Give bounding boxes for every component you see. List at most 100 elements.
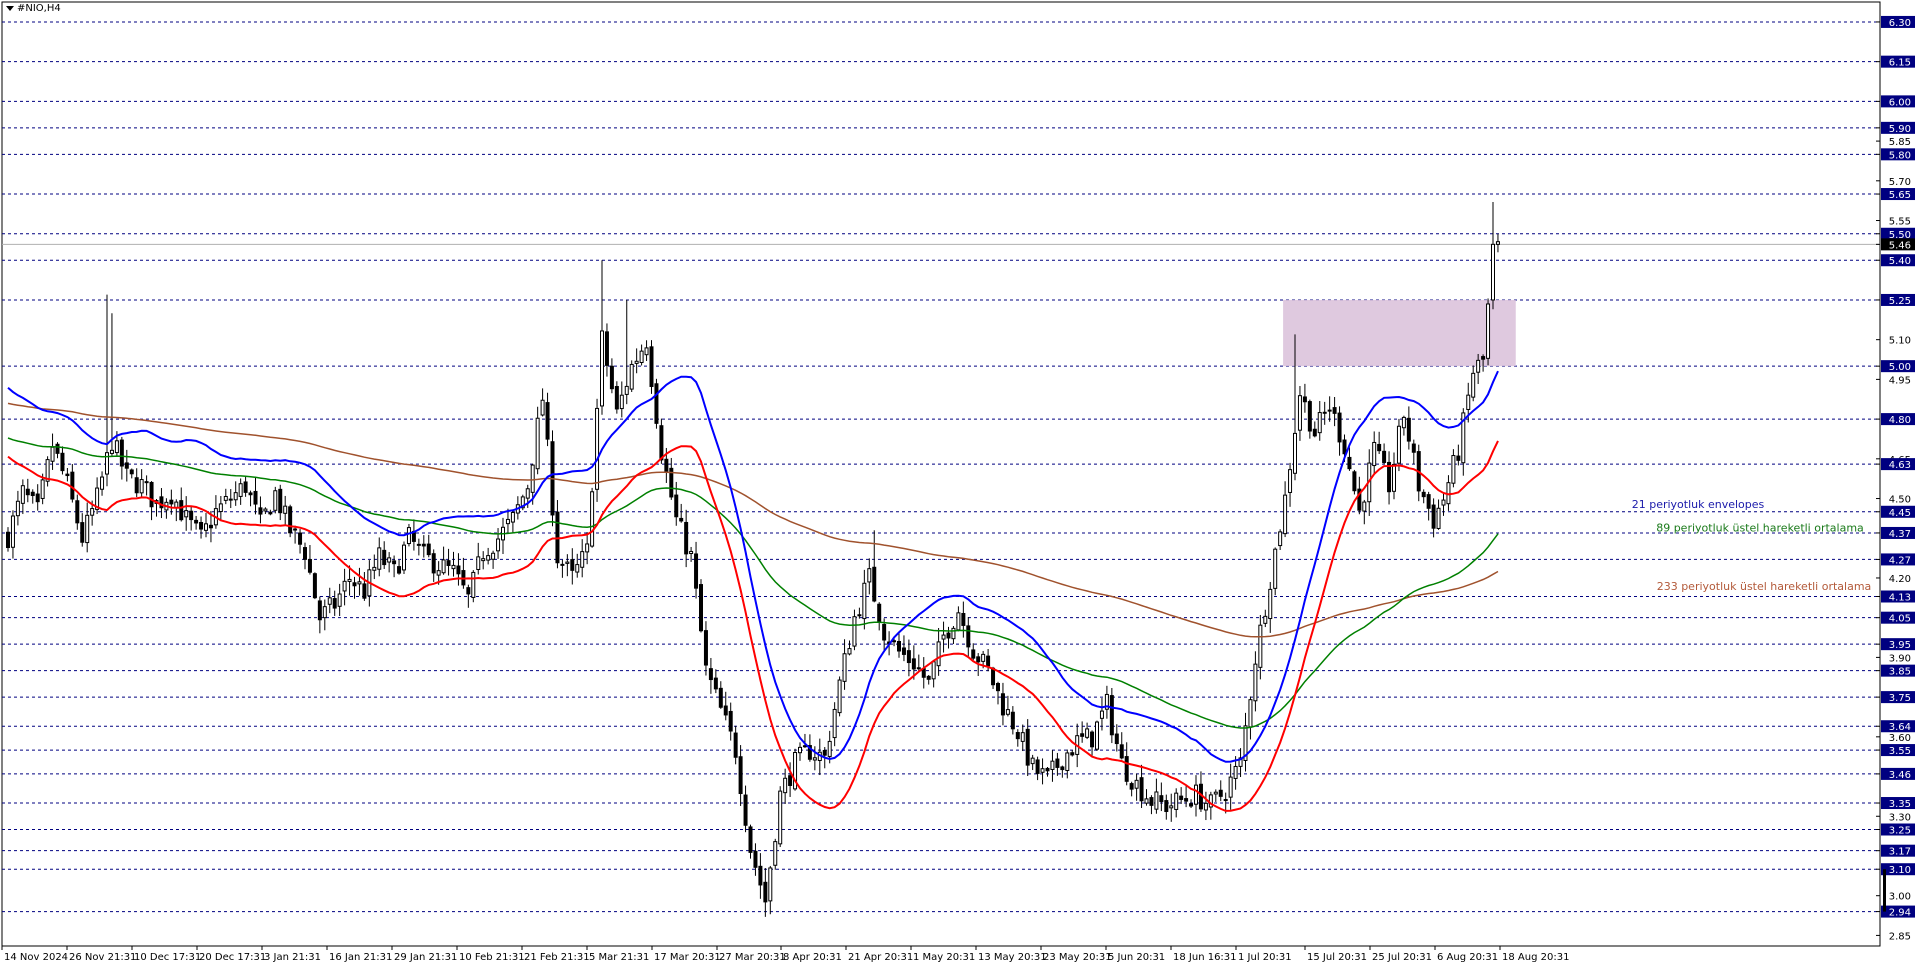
candle-body bbox=[134, 477, 139, 494]
candle-body bbox=[288, 506, 293, 534]
candle-body bbox=[100, 476, 105, 490]
candle-body bbox=[713, 677, 718, 690]
candle-body bbox=[1159, 795, 1164, 802]
candle-body bbox=[619, 394, 624, 410]
candle-body bbox=[1218, 789, 1223, 797]
x-axis-label: 3 Jan 21:31 bbox=[264, 952, 321, 963]
y-axis-label: 5.00 bbox=[1889, 362, 1911, 373]
candle-body bbox=[1495, 241, 1500, 245]
y-axis-label: 3.46 bbox=[1889, 770, 1911, 781]
candle-body bbox=[1144, 798, 1149, 804]
candle-body bbox=[1337, 412, 1342, 443]
candle-body bbox=[1401, 416, 1406, 429]
candle-body bbox=[298, 532, 303, 545]
x-axis-label: 27 Mar 20:31 bbox=[719, 952, 786, 963]
chart-symbol-text: #NIO,H4 bbox=[17, 3, 61, 14]
candle-body bbox=[189, 510, 194, 521]
chart-menu-triangle-icon[interactable] bbox=[6, 5, 14, 11]
candle-body bbox=[426, 543, 431, 556]
candle-body bbox=[456, 565, 461, 575]
price-chart[interactable]: #NIO,H4 21 periyotluk envelopes 89 periyo… bbox=[0, 0, 1916, 963]
candle-body bbox=[1392, 463, 1396, 492]
candle-body bbox=[540, 399, 545, 416]
x-axis-label: 18 Jun 16:31 bbox=[1173, 952, 1237, 963]
candle-body bbox=[20, 485, 25, 504]
candle-body bbox=[911, 658, 916, 670]
candle-body bbox=[1213, 791, 1218, 795]
candle-body bbox=[986, 655, 991, 667]
candle-body bbox=[466, 587, 471, 595]
candle-body bbox=[674, 494, 679, 518]
candle-body bbox=[1471, 372, 1476, 398]
candle-body bbox=[629, 363, 634, 390]
candle-body bbox=[471, 571, 476, 598]
legend-annotation: 21 periyotluk envelopes bbox=[1632, 498, 1765, 511]
candle-body bbox=[649, 346, 654, 387]
candle-body bbox=[109, 449, 114, 454]
candle-body bbox=[35, 493, 40, 503]
candle-body bbox=[1114, 733, 1119, 745]
x-axis-label: 21 Feb 21:31 bbox=[524, 952, 590, 963]
candle-body bbox=[436, 570, 441, 576]
candle-body bbox=[1456, 455, 1461, 461]
x-axis-label: 26 Nov 21:31 bbox=[69, 952, 136, 963]
y-axis-label: 5.46 bbox=[1889, 240, 1911, 251]
candle-body bbox=[278, 488, 283, 514]
candle-body bbox=[1065, 752, 1070, 771]
y-axis-label: 5.10 bbox=[1889, 336, 1911, 347]
chart-canvas: 21 periyotluk envelopes 89 periyotluk üst… bbox=[1, 1, 1915, 963]
candle-body bbox=[55, 443, 60, 454]
candle-body bbox=[1228, 776, 1233, 798]
candle-body bbox=[1109, 695, 1114, 736]
candle-body bbox=[1005, 709, 1010, 715]
candle-body bbox=[961, 613, 966, 626]
candle-body bbox=[1070, 752, 1075, 756]
candle-body bbox=[867, 568, 872, 583]
candle-body bbox=[342, 580, 347, 592]
candle-body bbox=[1293, 432, 1297, 474]
candle-body bbox=[347, 578, 352, 582]
candle-body bbox=[941, 634, 946, 640]
candle-body bbox=[525, 488, 530, 499]
candle-body bbox=[1179, 795, 1184, 800]
candle-body bbox=[228, 498, 233, 501]
candle-body bbox=[1223, 799, 1228, 802]
candle-body bbox=[981, 653, 986, 662]
candle-body bbox=[1248, 699, 1253, 728]
candle-body bbox=[585, 543, 590, 553]
candle-body bbox=[1090, 731, 1095, 748]
candle-body bbox=[15, 500, 20, 517]
candle-body bbox=[971, 649, 976, 659]
candle-body bbox=[1317, 412, 1322, 434]
candle-body bbox=[65, 473, 70, 477]
candle-body bbox=[382, 549, 387, 566]
candle-body bbox=[6, 531, 10, 549]
candle-body bbox=[1411, 443, 1416, 453]
candle-body bbox=[882, 623, 887, 641]
candle-body bbox=[1491, 243, 1495, 301]
candle-body bbox=[312, 573, 317, 599]
candle-body bbox=[1372, 441, 1377, 467]
y-axis-label: 3.30 bbox=[1889, 812, 1911, 823]
candle-body bbox=[476, 556, 481, 570]
y-axis-label: 3.55 bbox=[1889, 746, 1911, 757]
candle-body bbox=[80, 522, 85, 543]
candle-body bbox=[1025, 728, 1030, 766]
candle-body bbox=[208, 524, 213, 529]
y-axis-label: 5.25 bbox=[1889, 296, 1911, 307]
candle-body bbox=[926, 675, 931, 680]
y-axis-label: 5.40 bbox=[1889, 256, 1911, 267]
candle-body bbox=[689, 550, 694, 555]
y-axis-label: 6.15 bbox=[1889, 58, 1911, 69]
candle-body bbox=[268, 511, 273, 515]
candle-body bbox=[1000, 693, 1005, 716]
candle-body bbox=[1045, 767, 1050, 772]
candle-body bbox=[1035, 759, 1040, 774]
candle-body bbox=[654, 383, 659, 424]
y-axis-label: 3.95 bbox=[1889, 640, 1911, 651]
candle-body bbox=[753, 850, 758, 868]
candle-body bbox=[703, 630, 708, 666]
candle-body bbox=[946, 632, 951, 639]
candle-body bbox=[119, 439, 124, 467]
candle-body bbox=[1010, 711, 1015, 730]
